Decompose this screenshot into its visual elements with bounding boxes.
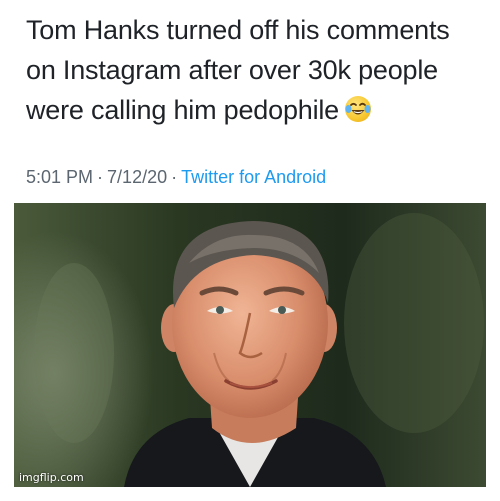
tweet-text-line-1: Tom Hanks turned off his comments	[26, 15, 450, 45]
tweet-card: Tom Hanks turned off his comments on Ins…	[0, 0, 500, 501]
tweet-meta: 5:01 PM · 7/12/20 · Twitter for Android	[26, 167, 326, 188]
meta-separator: ·	[97, 167, 104, 187]
portrait-photo-illustration	[14, 203, 486, 487]
tweet-text-line-3: were calling him pedophile	[26, 90, 486, 130]
tweet-source-link[interactable]: Twitter for Android	[181, 167, 326, 187]
meta-separator-2: ·	[171, 167, 178, 187]
tweet-text-line-2: on Instagram after over 30k people	[26, 55, 438, 85]
imgflip-watermark: imgflip.com	[19, 471, 84, 484]
tweet-text-line-3-text: were calling him pedophile	[26, 95, 339, 125]
face-with-tears-of-joy-icon	[345, 96, 371, 122]
portrait-photo: imgflip.com	[14, 203, 486, 487]
tweet-text: Tom Hanks turned off his comments on Ins…	[26, 10, 486, 130]
tweet-time: 5:01 PM	[26, 167, 94, 187]
tweet-date: 7/12/20	[107, 167, 168, 187]
